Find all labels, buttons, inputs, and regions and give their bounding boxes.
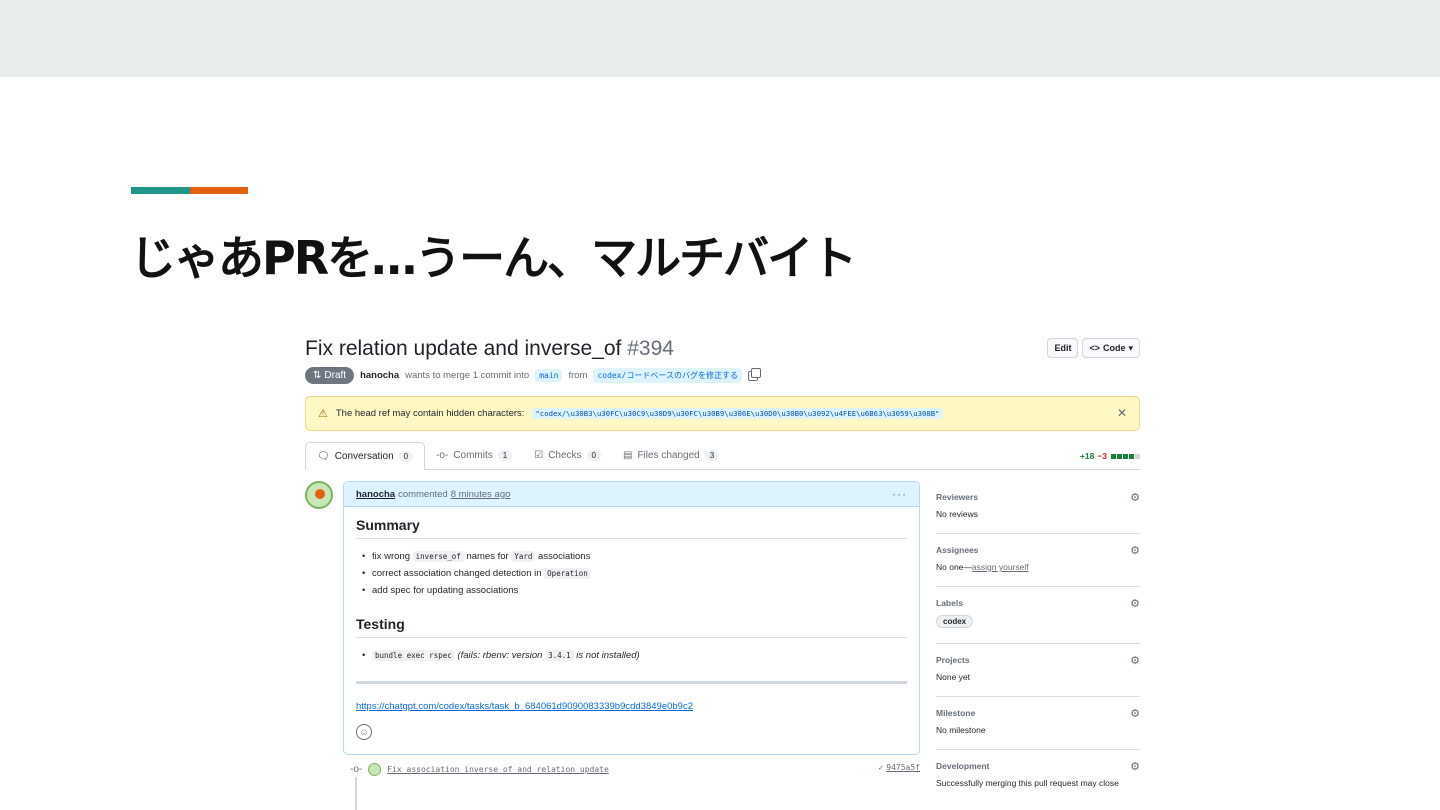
alert-icon: ⚠ bbox=[318, 408, 328, 420]
list-item: fix wrong inverse_of names for Yard asso… bbox=[362, 551, 907, 562]
conversation-icon: 🗨 bbox=[317, 450, 330, 462]
code-button[interactable]: <> Code ▾ bbox=[1082, 338, 1140, 358]
pr-title: Fix relation update and inverse_of #394 bbox=[305, 337, 674, 361]
sidebar-milestone: Milestone No milestone ⚙ bbox=[936, 697, 1140, 750]
gear-icon[interactable]: ⚙ bbox=[1130, 544, 1140, 557]
copy-icon[interactable] bbox=[747, 367, 761, 381]
tab-count: 1 bbox=[497, 449, 513, 461]
chevron-down-icon: ▾ bbox=[1128, 342, 1133, 353]
commit-icon: -o- bbox=[350, 763, 363, 775]
pr-screenshot: Fix relation update and inverse_of #394 … bbox=[305, 330, 1140, 810]
base-branch[interactable]: main bbox=[535, 369, 563, 382]
comment-action: commented bbox=[398, 488, 448, 500]
diff-deletions: −3 bbox=[1097, 451, 1107, 461]
sidebar-value: No milestone bbox=[936, 725, 986, 735]
assign-yourself-link[interactable]: assign yourself bbox=[972, 562, 1029, 572]
horizontal-rule bbox=[356, 681, 907, 684]
list-item: add spec for updating associations bbox=[362, 585, 907, 596]
draft-badge: ⇅ Draft bbox=[305, 367, 355, 384]
tab-conversation[interactable]: 🗨 Conversation 0 bbox=[305, 442, 426, 470]
gear-icon[interactable]: ⚙ bbox=[1130, 597, 1140, 610]
sidebar-value: None yet bbox=[936, 672, 971, 682]
timeline-line bbox=[355, 777, 357, 810]
add-reaction-icon[interactable]: ☺ bbox=[356, 724, 372, 740]
codex-task-link[interactable]: https://chatgpt.com/codex/tasks/task_b_6… bbox=[356, 701, 693, 712]
sidebar-value: Successfully merging this pull request m… bbox=[936, 778, 1119, 788]
close-icon[interactable]: ✕ bbox=[1117, 406, 1127, 420]
sidebar-projects: Projects None yet ⚙ bbox=[936, 644, 1140, 697]
header-actions: Edit <> Code ▾ bbox=[1047, 338, 1140, 358]
comment-body: Summary fix wrong inverse_of names for Y… bbox=[344, 507, 919, 750]
pr-sidebar: Reviewers No reviews ⚙ Assignees No one—… bbox=[936, 481, 1140, 788]
gear-icon[interactable]: ⚙ bbox=[1130, 491, 1140, 504]
commit-sha[interactable]: ✓ 9475a5f bbox=[878, 763, 920, 772]
comment-timestamp[interactable]: 8 minutes ago bbox=[451, 489, 511, 500]
tab-count: 3 bbox=[704, 449, 720, 461]
warning-ref-value: "codex/\u30B3\u30FC\u30C9\u30D9\u30FC\u3… bbox=[532, 408, 943, 419]
head-branch[interactable]: codex/コードベースのバグを修正する bbox=[593, 368, 742, 383]
gear-icon[interactable]: ⚙ bbox=[1130, 760, 1140, 773]
pr-title-text: Fix relation update and inverse_of bbox=[305, 337, 622, 360]
sidebar-title: Assignees bbox=[936, 545, 979, 555]
author-link[interactable]: hanocha bbox=[360, 370, 399, 381]
code-icon: <> bbox=[1089, 343, 1100, 353]
tab-count: 0 bbox=[586, 449, 601, 461]
slide-title: じゃあPRを…うーん、マルチバイト bbox=[130, 231, 857, 285]
sidebar-reviewers: Reviewers No reviews ⚙ bbox=[936, 481, 1140, 534]
accent-bar-teal bbox=[131, 187, 190, 194]
tab-count: 0 bbox=[398, 450, 414, 462]
file-diff-icon: ▤ bbox=[623, 449, 633, 461]
hidden-characters-warning: ⚠ The head ref may contain hidden charac… bbox=[305, 396, 1140, 431]
summary-list: fix wrong inverse_of names for Yard asso… bbox=[356, 551, 907, 596]
comment-header: hanocha commented 8 minutes ago ··· bbox=[344, 482, 919, 507]
avatar[interactable] bbox=[368, 762, 382, 776]
top-band bbox=[0, 0, 1440, 77]
sidebar-labels: Labels codex ⚙ bbox=[936, 587, 1140, 644]
testing-heading: Testing bbox=[356, 616, 907, 638]
diff-additions: +18 bbox=[1079, 451, 1095, 461]
list-item: bundle exec rspec (fails: rbenv: version… bbox=[362, 650, 907, 661]
sidebar-title: Development bbox=[936, 761, 990, 771]
pr-description-comment: hanocha commented 8 minutes ago ··· Summ… bbox=[343, 481, 920, 755]
diffstat: +18 −3 bbox=[1080, 451, 1140, 461]
sidebar-title: Milestone bbox=[936, 708, 976, 718]
accent-bar-orange bbox=[190, 187, 248, 194]
diff-blocks bbox=[1110, 451, 1140, 461]
check-icon: ✓ bbox=[878, 763, 884, 772]
pr-tabs: 🗨 Conversation 0 -o- Commits 1 ☑ Checks … bbox=[305, 442, 1140, 470]
summary-heading: Summary bbox=[356, 517, 907, 539]
pr-number: #394 bbox=[627, 337, 674, 360]
edit-button[interactable]: Edit bbox=[1047, 338, 1079, 358]
sidebar-assignees: Assignees No one—assign yourself ⚙ bbox=[936, 534, 1140, 587]
warning-text: The head ref may contain hidden characte… bbox=[335, 408, 525, 419]
testing-list: bundle exec rspec (fails: rbenv: version… bbox=[356, 650, 907, 661]
tab-commits[interactable]: -o- Commits 1 bbox=[425, 441, 523, 469]
timeline-commit: -o- Fix association inverse_of and relat… bbox=[350, 761, 920, 777]
sidebar-development: Development Successfully merging this pu… bbox=[936, 750, 1140, 788]
comment-author[interactable]: hanocha bbox=[356, 489, 395, 500]
commit-icon: -o- bbox=[436, 449, 449, 461]
sidebar-value: No reviews bbox=[936, 509, 979, 519]
sidebar-title: Labels bbox=[936, 598, 963, 608]
sidebar-title: Reviewers bbox=[936, 492, 979, 502]
tab-checks[interactable]: ☑ Checks 0 bbox=[523, 441, 612, 469]
checks-icon: ☑ bbox=[534, 449, 544, 461]
from-text: from bbox=[568, 370, 588, 381]
kebab-menu-icon[interactable]: ··· bbox=[892, 487, 907, 501]
merge-text: wants to merge 1 commit into bbox=[405, 370, 530, 381]
list-item: correct association changed detection in… bbox=[362, 568, 907, 579]
gear-icon[interactable]: ⚙ bbox=[1130, 707, 1140, 720]
sidebar-value: No one—assign yourself bbox=[936, 562, 1029, 572]
commit-message[interactable]: Fix association inverse_of and relation … bbox=[387, 765, 609, 774]
avatar[interactable] bbox=[305, 481, 333, 509]
gear-icon[interactable]: ⚙ bbox=[1130, 654, 1140, 667]
pr-meta: ⇅ Draft hanocha wants to merge 1 commit … bbox=[305, 367, 761, 384]
tab-files-changed[interactable]: ▤ Files changed 3 bbox=[612, 441, 730, 469]
sidebar-title: Projects bbox=[936, 655, 970, 665]
label-chip[interactable]: codex bbox=[936, 615, 974, 628]
git-pull-request-draft-icon: ⇅ bbox=[313, 370, 322, 381]
